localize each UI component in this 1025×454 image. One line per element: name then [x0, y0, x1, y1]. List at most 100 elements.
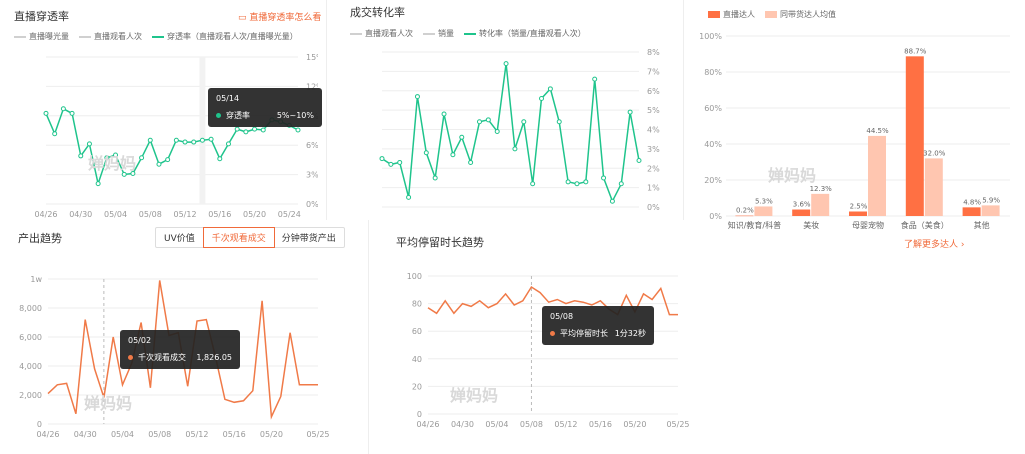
tooltip-date: 05/08	[550, 312, 574, 321]
chevron-right-icon: ›	[960, 240, 965, 250]
y-tick-label: 100	[407, 272, 422, 281]
data-point	[468, 159, 474, 165]
x-tick-label: 05/08	[139, 210, 162, 219]
dwell-title: 平均停留时长趋势	[396, 236, 484, 249]
x-tick-label: 美妆	[803, 220, 819, 230]
y-tick-label: 0	[417, 410, 422, 419]
output-title: 产出趋势	[18, 232, 62, 245]
data-point	[243, 129, 249, 135]
data-point	[432, 175, 438, 181]
tab-uv-value[interactable]: UV价值	[156, 228, 204, 247]
bar-value-label: 88.7%	[904, 47, 927, 55]
tooltip-value: 5%~10%	[276, 111, 314, 120]
more-creators-link[interactable]: 了解更多达人 ›	[904, 237, 965, 250]
x-tick-label: 05/04	[104, 210, 127, 219]
data-point	[191, 139, 197, 145]
data-point	[86, 141, 92, 147]
data-point	[225, 141, 231, 147]
x-tick-label: 05/16	[223, 430, 246, 439]
data-point	[556, 119, 562, 125]
y-tick-label: 6%	[306, 141, 318, 150]
bar	[811, 193, 830, 216]
data-point	[583, 179, 589, 185]
y-tick-label: 100%	[699, 32, 722, 41]
x-tick-label: 05/04	[111, 430, 134, 439]
y-tick-label: 15%	[306, 53, 318, 62]
bar	[792, 209, 811, 216]
watermark: 婵妈妈	[450, 386, 499, 405]
y-tick-label: 0%	[647, 203, 660, 212]
conversion-panel: 成交转化率 直播观看人次 销量 转化率（销量/直播观看人次） 0% 1% 2% 3% 4…	[336, 0, 666, 220]
y-tick-label: 0	[37, 420, 42, 429]
legend-item[interactable]: 直播达人	[708, 9, 755, 20]
output-tooltip: 05/02 千次观看成交 1,826.05	[120, 330, 240, 369]
x-tick-label: 母婴宠物	[852, 220, 884, 230]
y-tick-label: 20	[412, 382, 422, 391]
y-tick-label: 40	[412, 355, 422, 364]
tab-per-minute-output[interactable]: 分钟带货产出	[274, 228, 344, 247]
x-tick-label: 05/16	[208, 210, 231, 219]
data-point	[512, 146, 518, 152]
data-point	[601, 175, 607, 181]
x-tick-label: 05/08	[520, 420, 543, 429]
data-point	[476, 119, 482, 125]
y-tick-label: 6%	[647, 87, 660, 96]
data-point	[156, 161, 162, 167]
data-point	[147, 137, 153, 143]
data-point	[485, 117, 491, 123]
tooltip-series: 平均停留时长	[560, 329, 608, 338]
x-tick-label: 05/12	[185, 430, 208, 439]
bar	[962, 207, 981, 216]
output-tabs[interactable]: UV价值 千次观看成交 分钟带货产出	[155, 227, 345, 248]
bar	[849, 211, 867, 216]
y-tick-label: 80%	[704, 68, 722, 77]
x-tick-label: 04/30	[69, 210, 92, 219]
x-tick-label: 知识/教育/科普	[728, 220, 781, 230]
tooltip-series: 千次观看成交	[138, 353, 186, 362]
bar	[735, 215, 754, 217]
bar-value-label: 4.8%	[963, 198, 981, 206]
tooltip-value: 1分32秒	[614, 329, 646, 338]
x-tick-label: 食品（美食）	[901, 220, 949, 230]
data-point	[173, 137, 179, 143]
data-point	[565, 179, 571, 185]
bar-value-label: 44.5%	[866, 127, 889, 135]
data-point	[208, 136, 214, 142]
bar	[905, 56, 924, 217]
x-tick-label: 04/26	[34, 210, 57, 219]
y-tick-label: 4%	[647, 126, 660, 135]
data-point	[414, 94, 420, 100]
data-point	[547, 86, 553, 92]
watermark: 婵妈妈	[88, 154, 137, 173]
penetration-tooltip: 05/14 穿透率 5%~10%	[208, 88, 322, 127]
more-creators-text: 了解更多达人	[904, 240, 959, 250]
data-point	[217, 156, 223, 162]
y-tick-label: 1w	[30, 275, 42, 284]
data-point	[199, 137, 205, 143]
bar	[868, 135, 886, 216]
y-tick-label: 3%	[647, 145, 660, 154]
category-bar-chart: 0% 20% 40% 60% 80% 100% 0.2%5.3% 知识/教育/科普 3.6% 12…	[699, 32, 1010, 230]
x-tick-label: 05/12	[174, 210, 197, 219]
category-legend[interactable]: 直播达人 同带货达人均值	[708, 9, 836, 20]
data-point	[252, 126, 258, 132]
legend-item[interactable]: 同带货达人均值	[765, 9, 836, 20]
x-tick-label: 04/30	[451, 420, 474, 429]
bar	[924, 158, 943, 216]
bar	[754, 206, 773, 216]
watermark: 婵妈妈	[768, 166, 817, 185]
data-point	[397, 159, 403, 165]
bar	[981, 205, 1000, 216]
data-point	[295, 127, 301, 133]
data-point	[609, 198, 615, 204]
tab-per-thousand-views[interactable]: 千次观看成交	[202, 227, 275, 248]
x-tick-label: 04/26	[36, 430, 59, 439]
y-tick-label: 0%	[306, 200, 318, 209]
data-point	[52, 131, 58, 137]
legend-label: 直播达人	[723, 10, 755, 19]
bar-value-label: 32.0%	[923, 149, 946, 157]
x-tick-label: 05/20	[260, 430, 283, 439]
x-tick-label: 04/26	[416, 420, 439, 429]
y-tick-label: 20%	[704, 176, 722, 185]
data-point	[450, 152, 456, 158]
